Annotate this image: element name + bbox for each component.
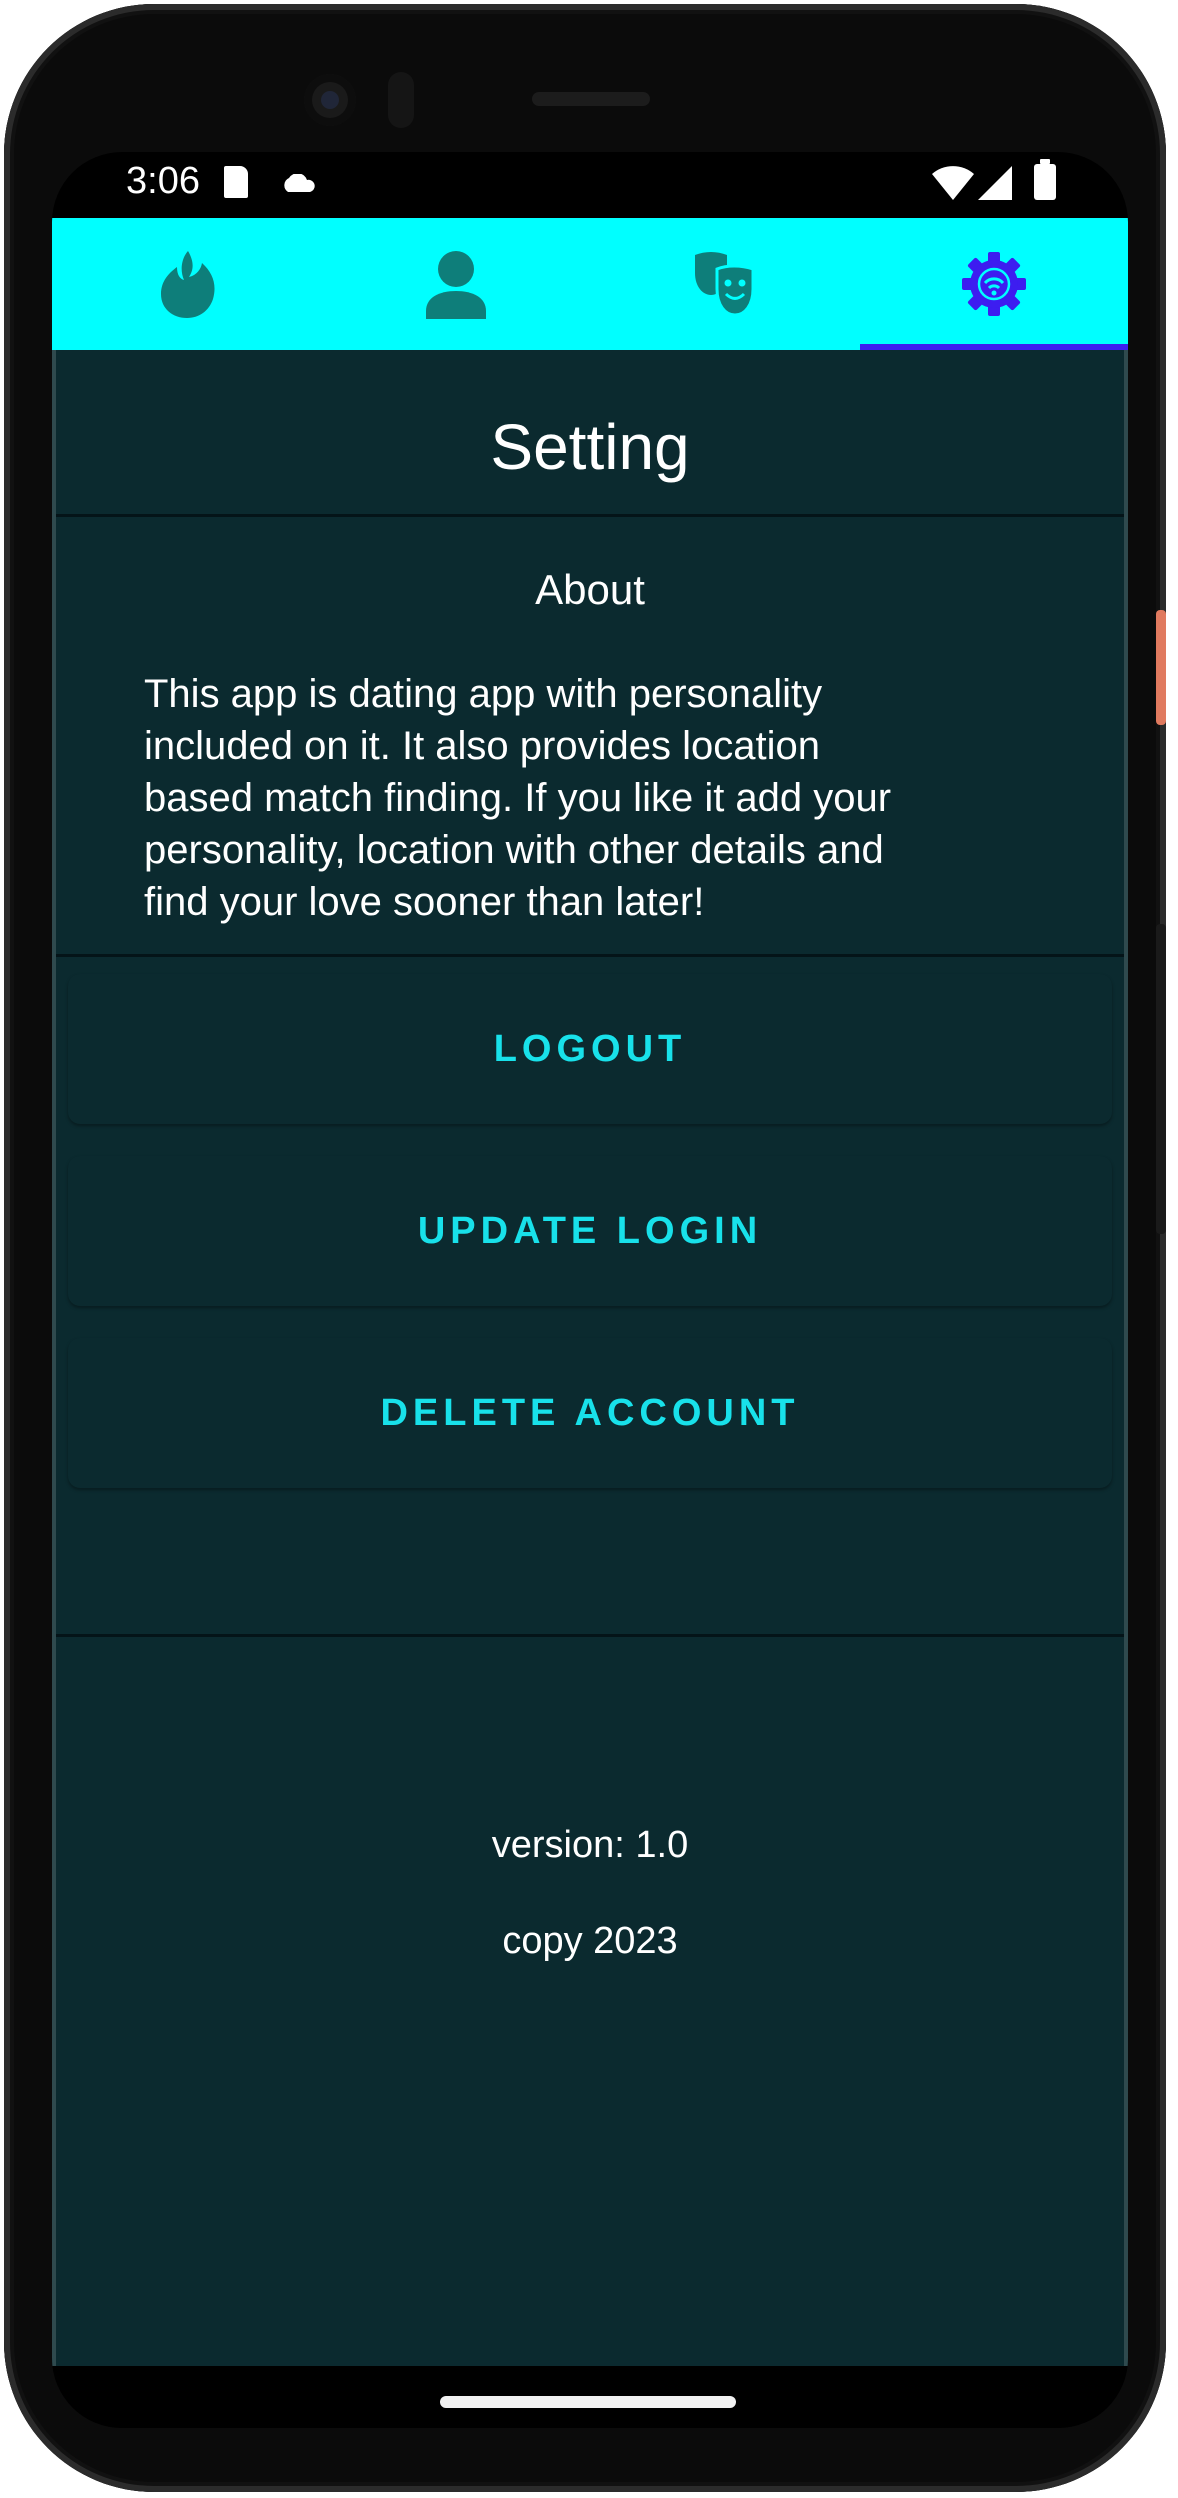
update-login-button[interactable]: UPDATE LOGIN <box>68 1156 1112 1306</box>
theater-masks-icon <box>694 252 754 317</box>
about-title: About <box>535 566 645 613</box>
earpiece-speaker <box>532 92 650 106</box>
tab-settings[interactable] <box>859 218 1128 350</box>
settings-gear-icon <box>961 252 1026 316</box>
tab-profile[interactable] <box>321 218 590 350</box>
person-icon <box>425 251 486 319</box>
phone-frame: 3:06 Setting About This app is dating ap… <box>4 4 1166 2492</box>
tab-personality[interactable] <box>590 218 859 350</box>
delete-account-button[interactable]: DELETE ACCOUNT <box>68 1338 1112 1488</box>
settings-page: Setting About This app is dating app wit… <box>52 350 1128 2366</box>
page-title: Setting <box>490 411 690 483</box>
sd-card-icon <box>224 166 248 198</box>
front-camera <box>304 74 356 126</box>
flame-icon <box>160 251 215 318</box>
status-time: 3:06 <box>126 160 200 202</box>
about-text: This app is dating app with personality … <box>144 672 892 924</box>
tab-bar <box>52 218 1128 350</box>
screen: 3:06 Setting About This app is dating ap… <box>52 152 1128 2428</box>
wifi-icon <box>932 166 974 200</box>
version-label: version: 1.0 <box>491 1824 689 1866</box>
logout-button[interactable]: LOGOUT <box>68 974 1112 1124</box>
volume-button <box>1156 924 1166 1234</box>
home-gesture-bar[interactable] <box>440 2396 736 2408</box>
tab-explore[interactable] <box>52 218 321 350</box>
cloud-icon <box>284 174 315 192</box>
power-button <box>1156 610 1166 725</box>
divider <box>56 1634 1124 1637</box>
status-bar: 3:06 <box>52 152 1128 218</box>
copyright-label: copy 2023 <box>502 1920 678 1962</box>
signal-icon <box>978 166 1012 200</box>
divider <box>56 514 1124 517</box>
battery-icon <box>1034 159 1056 200</box>
divider <box>56 954 1124 957</box>
proximity-sensor <box>388 72 414 128</box>
